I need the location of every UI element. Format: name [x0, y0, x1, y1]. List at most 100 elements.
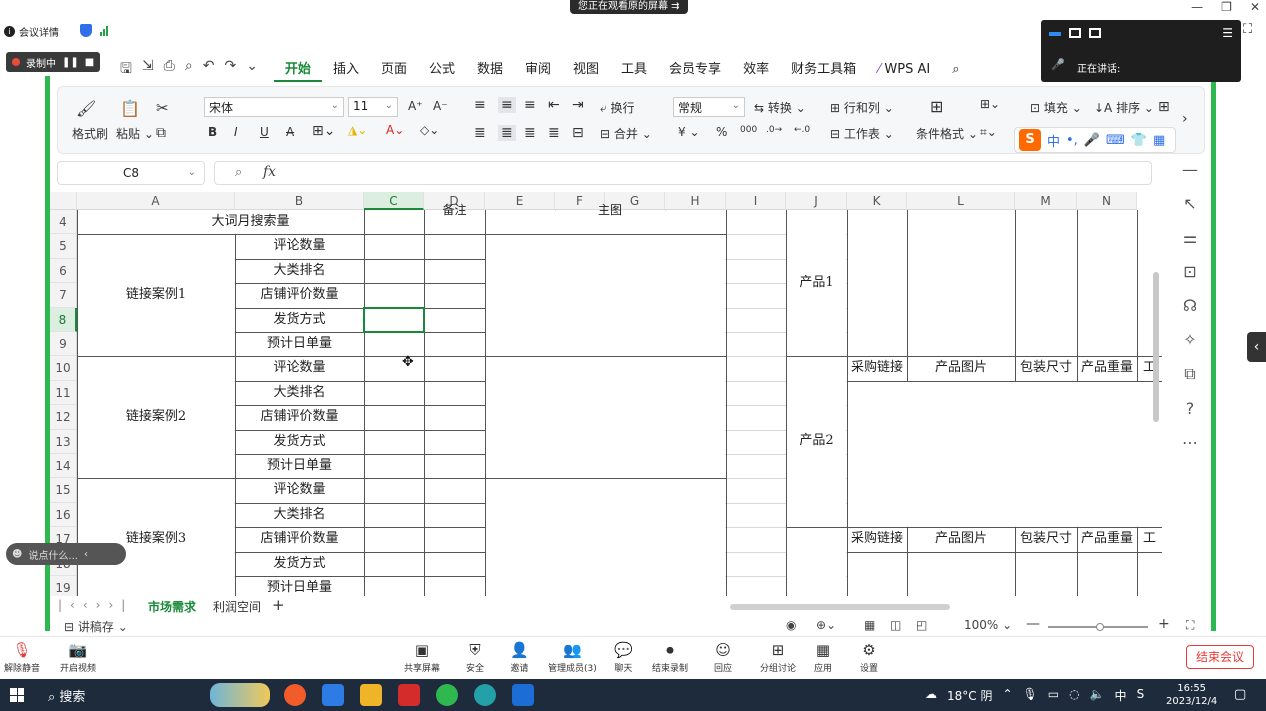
- sheet-tab-market[interactable]: 市场需求: [148, 598, 196, 615]
- column-header[interactable]: C: [364, 192, 424, 210]
- add-sheet-icon[interactable]: +: [272, 596, 285, 614]
- row-header[interactable]: 5: [50, 234, 77, 259]
- meeting-btn-apps[interactable]: ▦ 应用: [814, 641, 832, 674]
- skin-icon[interactable]: 👕: [1131, 133, 1147, 148]
- group-label[interactable]: 链接案例3: [77, 478, 235, 596]
- row-header[interactable]: 9: [50, 332, 77, 357]
- eye-icon[interactable]: ◉: [786, 618, 796, 632]
- tab-page[interactable]: 页面: [370, 58, 418, 82]
- column-header[interactable]: L: [907, 192, 1015, 210]
- distribute-icon[interactable]: ⊟: [572, 125, 584, 141]
- end-meeting-button[interactable]: 结束会议: [1186, 645, 1254, 669]
- search-icon[interactable]: ⌕: [941, 58, 970, 82]
- metric-label[interactable]: 大类排名: [235, 381, 364, 405]
- chevron-left-icon[interactable]: ‹: [1247, 332, 1266, 362]
- merge-button[interactable]: ⊟ 合并 ⌄: [600, 125, 652, 142]
- more-icon[interactable]: ⌄: [246, 58, 258, 82]
- convert-button[interactable]: ⇆ 转换 ⌄: [754, 99, 806, 116]
- stop-icon[interactable]: ■: [85, 57, 94, 68]
- vertical-scroll-thumb[interactable]: [1153, 272, 1159, 422]
- metric-label[interactable]: 发货方式: [235, 430, 364, 454]
- ime-toolbar[interactable]: S 中 •, 🎤 ⌨ 👕 ▦: [1014, 127, 1176, 153]
- menu-icon[interactable]: ☰: [1222, 26, 1233, 40]
- align-bottom-icon[interactable]: ≡: [524, 97, 536, 113]
- number-format-select[interactable]: 常规 ⌄: [673, 97, 745, 117]
- wrap-button[interactable]: ⤶ 换行: [600, 99, 635, 116]
- tab-finance[interactable]: 财务工具箱: [780, 58, 867, 82]
- column-header[interactable]: K: [847, 192, 907, 210]
- fullscreen-icon[interactable]: ⛶: [1243, 22, 1252, 37]
- big-word-search-cell[interactable]: 大词月搜索量: [77, 210, 424, 234]
- share-banner[interactable]: 您正在观看原的屏幕 ⇉: [570, 0, 688, 14]
- meeting-btn-mic-muted[interactable]: 🎙 解除静音: [4, 641, 40, 674]
- sort-button[interactable]: ↓A 排序 ⌄: [1094, 99, 1154, 116]
- align-top-icon[interactable]: ≡: [474, 97, 486, 113]
- collapse-icon[interactable]: —: [1182, 160, 1198, 179]
- zoom-slider-thumb[interactable]: [1096, 623, 1104, 631]
- windows-start-icon[interactable]: [10, 688, 24, 702]
- fullscreen-icon[interactable]: ⛶: [1186, 618, 1194, 633]
- tab-formula[interactable]: 公式: [418, 58, 466, 82]
- weather-text[interactable]: 18°C 阴: [947, 687, 992, 704]
- ribbon-expand-icon[interactable]: ›: [1182, 111, 1188, 127]
- window-icon[interactable]: [1069, 28, 1081, 38]
- zoom-level[interactable]: 100% ⌄: [964, 618, 1012, 632]
- mic-icon[interactable]: 🎙: [1023, 687, 1038, 704]
- percent-icon[interactable]: %: [716, 125, 727, 139]
- product-label[interactable]: 产品2: [786, 356, 847, 527]
- product-header-cell[interactable]: 包装尺寸: [1015, 527, 1077, 551]
- indent-decrease-icon[interactable]: ⇤: [548, 97, 560, 113]
- row-header[interactable]: 13: [50, 429, 77, 454]
- adjust-icon[interactable]: ⚌: [1183, 228, 1197, 247]
- ime-indicator[interactable]: 中: [1115, 687, 1127, 704]
- recording-indicator[interactable]: 录制中 ❚❚ ■: [6, 52, 101, 72]
- meeting-btn-reaction[interactable]: ☺ 回应: [714, 641, 732, 674]
- save-icon[interactable]: 🖫: [120, 58, 132, 82]
- tab-tools[interactable]: 工具: [610, 58, 658, 82]
- underline-icon[interactable]: U: [260, 125, 269, 139]
- wechat-icon[interactable]: [436, 684, 458, 706]
- minimize-icon[interactable]: —: [1191, 0, 1203, 14]
- row-header[interactable]: 15: [50, 478, 77, 503]
- close-icon[interactable]: ✕: [1250, 0, 1260, 14]
- column-header[interactable]: E: [485, 192, 555, 210]
- meeting-btn-invite[interactable]: 👤 邀请: [510, 641, 529, 674]
- product-header-cell[interactable]: 产品图片: [907, 356, 1015, 380]
- metric-label[interactable]: 店铺评价数量: [235, 527, 364, 551]
- sogou-icon[interactable]: S: [1137, 687, 1145, 704]
- product-header-cell[interactable]: 产品重量: [1077, 527, 1137, 551]
- wps-icon[interactable]: [398, 684, 420, 706]
- status-left[interactable]: ⊟ 讲稿存 ⌄: [64, 618, 128, 635]
- formula-bar[interactable]: ⌕ fx: [214, 161, 1152, 185]
- paste-button[interactable]: 粘贴 ⌄: [116, 125, 154, 142]
- product-label[interactable]: 产品1: [786, 210, 847, 356]
- metric-label[interactable]: 大类排名: [235, 503, 364, 527]
- print-icon[interactable]: ⎙: [164, 58, 175, 82]
- tab-wps-ai[interactable]: ⁄ WPS AI: [867, 58, 941, 82]
- metric-label[interactable]: 评论数量: [235, 478, 364, 502]
- app-blue-icon[interactable]: [322, 684, 344, 706]
- row-col-button[interactable]: ⊞ 行和列 ⌄: [830, 99, 894, 116]
- font-grow-icon[interactable]: A⁺: [408, 99, 423, 113]
- row-header[interactable]: 4: [50, 210, 77, 235]
- zoom-in-icon[interactable]: +: [1158, 616, 1170, 632]
- metric-label[interactable]: 评论数量: [235, 234, 364, 258]
- fill-color-icon[interactable]: ◮⌄: [348, 123, 367, 137]
- minimize-icon[interactable]: [1049, 32, 1061, 36]
- product-header-cell[interactable]: 采购链接: [847, 527, 907, 551]
- align-right-icon[interactable]: ≣: [524, 125, 536, 141]
- tencent-meeting-icon[interactable]: [512, 684, 534, 706]
- bold-icon[interactable]: B: [208, 125, 217, 139]
- row-header[interactable]: 10: [50, 356, 77, 381]
- restore-icon[interactable]: ❐: [1221, 0, 1232, 14]
- meeting-btn-breakout[interactable]: ⊞ 分组讨论: [760, 641, 796, 674]
- product-header-cell[interactable]: 产品重量: [1077, 356, 1137, 380]
- justify-icon[interactable]: ≣: [548, 125, 560, 141]
- horizontal-scrollbar[interactable]: [730, 604, 950, 610]
- taskbar-clock[interactable]: 16:55 2023/12/4: [1166, 682, 1217, 708]
- font-shrink-icon[interactable]: A⁻: [433, 99, 448, 113]
- browser-icon[interactable]: [284, 684, 306, 706]
- taskbar-search[interactable]: ⌕ 搜索: [48, 686, 85, 705]
- chevron-left-icon[interactable]: ‹: [84, 549, 88, 560]
- print-preview-icon[interactable]: ⌕: [185, 58, 193, 82]
